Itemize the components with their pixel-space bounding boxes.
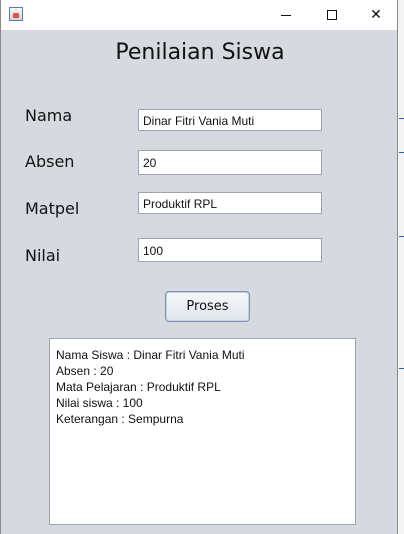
result-line: Nilai siswa : 100: [56, 396, 143, 410]
close-icon[interactable]: ✕: [353, 0, 399, 30]
background-mark: [399, 152, 404, 153]
maximize-icon[interactable]: [309, 0, 355, 30]
matpel-label: Matpel: [25, 199, 80, 218]
proses-button[interactable]: Proses: [165, 291, 250, 322]
result-line: Mata Pelajaran : Produktif RPL: [56, 380, 221, 394]
result-textarea[interactable]: Nama Siswa : Dinar Fitri Vania Muti Abse…: [49, 338, 356, 525]
nilai-label: Nilai: [25, 246, 61, 265]
minimize-icon[interactable]: [263, 0, 309, 30]
result-line: Keterangan : Sempurna: [56, 412, 184, 426]
background-mark: [399, 118, 404, 119]
result-line: Nama Siswa : Dinar Fitri Vania Muti: [56, 348, 245, 362]
java-app-icon: [9, 7, 23, 21]
absen-label: Absen: [25, 152, 75, 171]
background-window-edge: [398, 0, 404, 534]
background-mark: [399, 236, 404, 237]
page-title: Penilaian Siswa: [115, 40, 285, 65]
absen-field[interactable]: 20: [138, 150, 322, 175]
nama-field[interactable]: Dinar Fitri Vania Muti: [138, 109, 322, 131]
result-line: Absen : 20: [56, 364, 114, 378]
title-bar: ✕: [1, 0, 397, 30]
background-mark: [399, 368, 404, 369]
matpel-field[interactable]: Produktif RPL: [138, 192, 322, 214]
nilai-field[interactable]: 100: [138, 238, 322, 262]
nama-label: Nama: [25, 106, 73, 125]
app-window: ✕ Penilaian Siswa Nama Dinar Fitri Vania…: [0, 0, 398, 534]
